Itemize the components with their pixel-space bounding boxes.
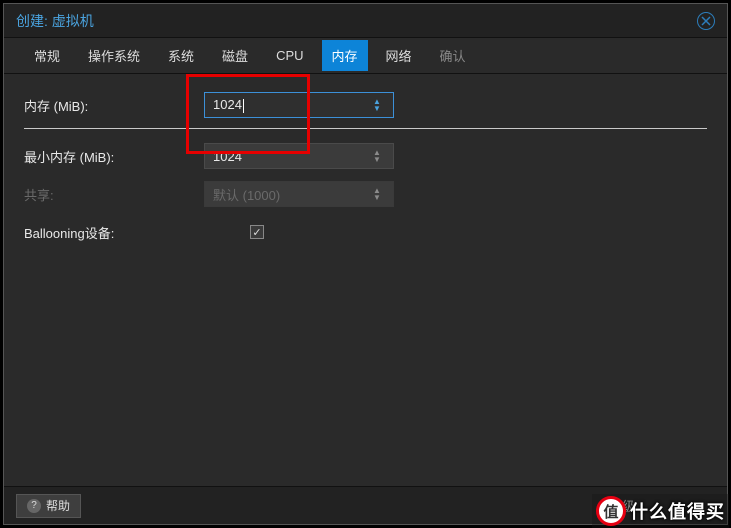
input-memory-value: 1024: [213, 97, 369, 113]
label-min-memory: 最小内存 (MiB):: [24, 147, 204, 166]
help-label: 帮助: [46, 497, 70, 514]
spinner-arrows-icon: ▲▼: [369, 187, 385, 201]
spinner-arrows-icon[interactable]: ▲▼: [369, 98, 385, 112]
row-ballooning: Ballooning设备: ✓: [24, 217, 707, 247]
check-icon: ✓: [252, 226, 261, 239]
close-icon[interactable]: [697, 12, 715, 30]
input-min-memory-value: 1024: [213, 149, 369, 164]
titlebar: 创建: 虚拟机: [4, 4, 727, 38]
tab-disk[interactable]: 磁盘: [212, 40, 258, 71]
label-shares: 共享:: [24, 185, 204, 204]
tab-bar: 常规 操作系统 系统 磁盘 CPU 内存 网络 确认: [4, 38, 727, 74]
checkbox-ballooning[interactable]: ✓: [250, 225, 264, 239]
tab-system[interactable]: 系统: [158, 40, 204, 71]
form-panel: 内存 (MiB): 1024 ▲▼ 最小内存 (MiB): 1024 ▲▼ 共享…: [4, 74, 727, 486]
dialog-window: 创建: 虚拟机 常规 操作系统 系统 磁盘 CPU 内存 网络 确认 内存 (M…: [3, 3, 728, 525]
input-shares: 默认 (1000) ▲▼: [204, 181, 394, 207]
tab-confirm[interactable]: 确认: [430, 40, 476, 71]
input-shares-value: 默认 (1000): [213, 185, 369, 204]
input-memory[interactable]: 1024 ▲▼: [204, 92, 394, 118]
tab-general[interactable]: 常规: [24, 40, 70, 71]
label-memory: 内存 (MiB):: [24, 96, 204, 115]
row-memory: 内存 (MiB): 1024 ▲▼: [24, 90, 707, 120]
spinner-arrows-icon[interactable]: ▲▼: [369, 149, 385, 163]
watermark: 值 什么值得买: [592, 494, 729, 528]
tab-memory[interactable]: 内存: [322, 40, 368, 71]
tab-cpu[interactable]: CPU: [266, 42, 313, 69]
label-ballooning: Ballooning设备:: [24, 223, 204, 242]
row-shares: 共享: 默认 (1000) ▲▼: [24, 179, 707, 209]
help-icon: ?: [27, 499, 41, 513]
tab-network[interactable]: 网络: [376, 40, 422, 71]
watermark-text: 什么值得买: [630, 498, 725, 524]
watermark-logo: 值: [596, 496, 626, 526]
help-button[interactable]: ? 帮助: [16, 494, 81, 518]
row-min-memory: 最小内存 (MiB): 1024 ▲▼: [24, 141, 707, 171]
tab-os[interactable]: 操作系统: [78, 40, 150, 71]
input-min-memory[interactable]: 1024 ▲▼: [204, 143, 394, 169]
dialog-title: 创建: 虚拟机: [16, 11, 94, 31]
divider: [24, 128, 707, 129]
